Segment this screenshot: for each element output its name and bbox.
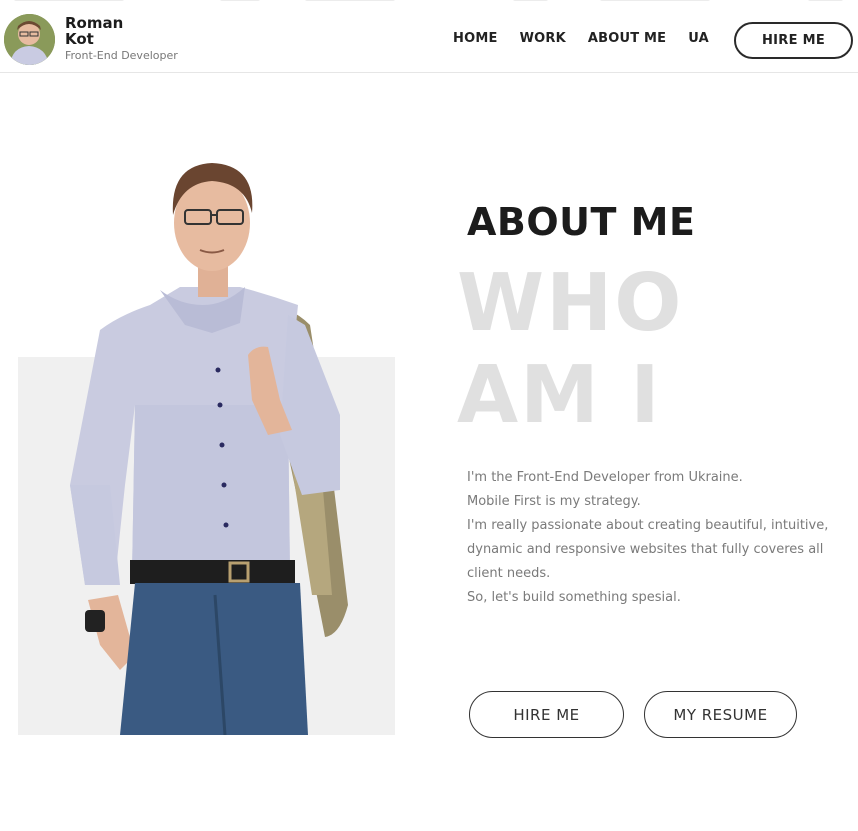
my-resume-button[interactable]: MY RESUME <box>644 691 797 738</box>
avatar[interactable] <box>4 14 55 65</box>
scrolled-nav-strip <box>0 0 858 5</box>
nav-language-ua[interactable]: UA <box>688 31 709 46</box>
ghost-title: WHO AM I <box>457 257 683 441</box>
nav-about-me[interactable]: ABOUT ME <box>588 31 666 46</box>
about-description: I'm the Front-End Developer from Ukraine… <box>467 466 852 610</box>
description-line: I'm the Front-End Developer from Ukraine… <box>467 470 743 485</box>
description-line: Mobile First is my strategy. <box>467 494 641 509</box>
brand-role: Front-End Developer <box>65 49 178 62</box>
portrait-photo <box>70 163 348 735</box>
description-line: I'm really passionate about creating bea… <box>467 518 829 581</box>
description-line: So, let's build something spesial. <box>467 590 681 605</box>
brand-name[interactable]: Roman Kot <box>65 15 135 47</box>
ghost-title-line-2: AM I <box>457 349 662 441</box>
ghost-title-line-1: WHO <box>457 257 684 349</box>
section-heading: ABOUT ME <box>467 200 696 244</box>
header-hire-me-button[interactable]: HIRE ME <box>734 22 853 59</box>
nav-home[interactable]: HOME <box>453 31 498 46</box>
main-nav: HOME WORK ABOUT ME UA <box>453 31 731 46</box>
site-header: Roman Kot Front-End Developer HOME WORK … <box>0 0 858 73</box>
nav-work[interactable]: WORK <box>520 31 566 46</box>
hire-me-button[interactable]: HIRE ME <box>469 691 624 738</box>
